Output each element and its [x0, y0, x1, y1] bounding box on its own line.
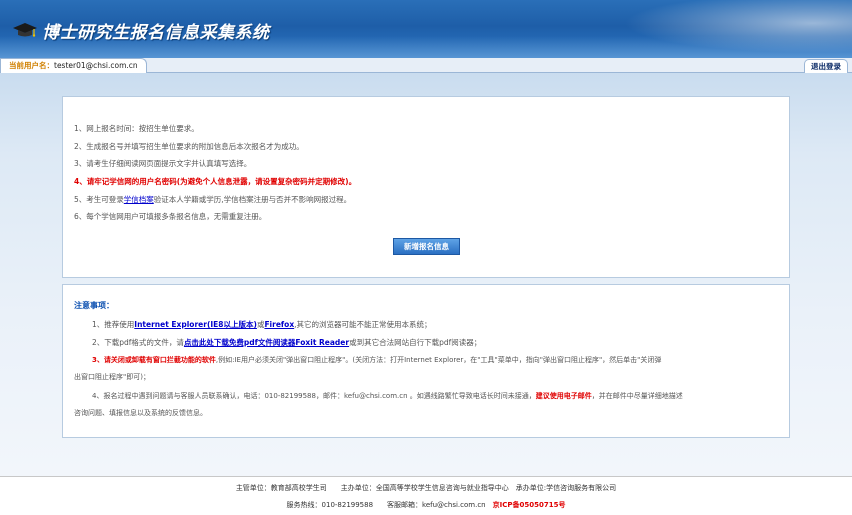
- xuexin-archive-link[interactable]: 学信档案: [124, 195, 154, 204]
- info-item-6: 6、每个学信网用户可填报多条报名信息，无需重复注册。: [74, 212, 267, 221]
- notice-item-3-post: ,例如:IE用户必须关闭"弹出窗口阻止程序"。(关闭方法：打开Internet …: [215, 356, 662, 364]
- notice-item-4: 4、报名过程中遇到问题请与客服人员联系确认，电话：010-82199588，邮件…: [92, 391, 683, 401]
- info-item-2: 2、生成报名号并填写招生单位要求的附加信息后本次报名才为成功。: [74, 142, 304, 151]
- notice-item-3-line2: 出窗口阻止程序"即可)；: [74, 373, 150, 381]
- current-username: tester01@chsi.com.cn: [54, 61, 138, 70]
- notice-item-4-post: ，并在邮件中尽量详细地描述: [591, 392, 683, 400]
- ie-link[interactable]: Internet Explorer(IE8以上版本): [134, 320, 257, 329]
- notice-title: 注意事项：: [74, 301, 114, 310]
- header-glow: [592, 0, 852, 58]
- foxit-reader-link[interactable]: 点击此处下载免费pdf文件阅读器Foxit Reader: [184, 338, 349, 347]
- notice-item-1-pre: 1、推荐使用: [92, 320, 135, 329]
- new-registration-button[interactable]: 新增报名信息: [393, 238, 460, 255]
- footer-contact: 服务热线：010-82199588 客服邮箱：kefu@chsi.com.cn …: [0, 500, 852, 510]
- logout-button[interactable]: 退出登录: [804, 59, 848, 73]
- info-item-5-post: 验证本人学籍或学历,学信档案注册与否并不影响网报过程。: [153, 195, 352, 204]
- current-user-tab: 当前用户名：tester01@chsi.com.cn: [0, 58, 147, 74]
- icp-record[interactable]: 京ICP备05050715号: [493, 501, 566, 509]
- graduation-cap-icon: [13, 23, 37, 37]
- notice-item-3-red: 3、请关闭或卸载有窗口拦截功能的软件: [92, 356, 216, 364]
- notice-item-4-pre: 4、报名过程中遇到问题请与客服人员联系确认，电话：010-82199588，邮件…: [92, 392, 536, 400]
- notice-item-1-post: ,其它的浏览器可能不能正常使用本系统；: [294, 320, 432, 329]
- firefox-link[interactable]: Firefox: [264, 320, 294, 329]
- info-item-5: 5、考生可登录学信档案验证本人学籍或学历,学信档案注册与否并不影响网报过程。: [74, 194, 351, 205]
- footer-hotline: 服务热线：010-82199588 客服邮箱：kefu@chsi.com.cn: [286, 501, 486, 509]
- notice-item-3: 3、请关闭或卸载有窗口拦截功能的软件,例如:IE用户必须关闭"弹出窗口阻止程序"…: [92, 355, 661, 365]
- info-item-1: 1、网上报名时间：按招生单位要求。: [74, 124, 199, 133]
- info-item-4: 4、请牢记学信网的用户名密码(为避免个人信息泄露，请设置复杂密码并定期修改)。: [74, 177, 357, 186]
- notice-item-1: 1、推荐使用Internet Explorer(IE8以上版本)或Firefox…: [92, 319, 432, 330]
- footer-divider: [0, 476, 852, 477]
- info-item-3: 3、请考生仔细阅读网页面提示文字并认真填写选择。: [74, 159, 252, 168]
- system-title: 博士研究生报名信息采集系统: [42, 23, 270, 43]
- notice-item-2-post: 或到其它合法网站自行下载pdf阅读器；: [349, 338, 482, 347]
- current-user-label: 当前用户名：: [9, 61, 54, 70]
- notice-item-4-line2: 咨询问题、填报信息以及系统的反馈信息。: [74, 409, 207, 417]
- notice-item-2: 2、下载pdf格式的文件，请点击此处下载免费pdf文件阅读器Foxit Read…: [92, 337, 481, 348]
- info-item-5-pre: 5、考生可登录: [74, 195, 124, 204]
- app-header: 博士研究生报名信息采集系统: [0, 0, 852, 58]
- notice-item-2-pre: 2、下载pdf格式的文件，请: [92, 338, 184, 347]
- notice-item-4-red: 建议使用电子邮件: [535, 392, 592, 400]
- footer-organizers: 主管单位：教育部高校学生司 主办单位：全国高等学校学生信息咨询与就业指导中心 承…: [235, 484, 617, 492]
